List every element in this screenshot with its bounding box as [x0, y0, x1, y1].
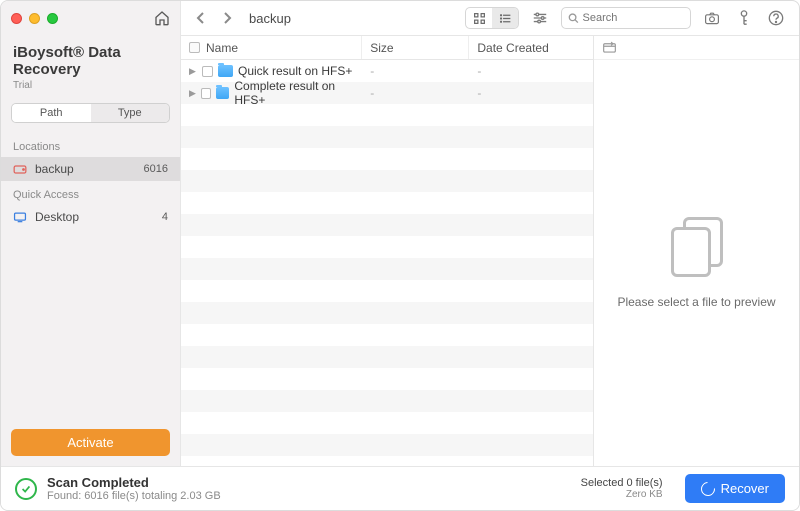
- table-row-empty: [181, 412, 593, 434]
- sidebar-tabs: Path Type: [11, 103, 170, 123]
- row-date: -: [469, 82, 593, 104]
- nav-back-button[interactable]: [193, 11, 209, 25]
- table-row[interactable]: ▶Complete result on HFS+--: [181, 82, 593, 104]
- camera-button[interactable]: [701, 7, 723, 29]
- table-row-empty: [181, 148, 593, 170]
- select-all-checkbox[interactable]: [189, 42, 200, 53]
- preview-body: Please select a file to preview: [617, 60, 775, 466]
- table-row-empty: [181, 324, 593, 346]
- grid-view-button[interactable]: [466, 8, 492, 28]
- sidebar-item-label: Desktop: [35, 210, 79, 224]
- preview-panel: Please select a file to preview: [594, 36, 799, 466]
- folder-icon: [216, 87, 229, 99]
- preview-toolbar: [594, 36, 799, 60]
- disclosure-triangle-icon[interactable]: ▶: [189, 88, 196, 99]
- table-row-empty: [181, 192, 593, 214]
- selection-size: Zero KB: [581, 489, 663, 500]
- zoom-window-button[interactable]: [47, 13, 58, 24]
- brand: iBoysoft® Data Recovery Trial: [1, 36, 180, 95]
- sidebar-item-desktop[interactable]: Desktop 4: [1, 205, 180, 229]
- table-row-empty: [181, 346, 593, 368]
- search-input[interactable]: [583, 12, 685, 24]
- row-date: -: [469, 60, 593, 82]
- sidebar-item-backup[interactable]: backup 6016: [1, 157, 180, 181]
- locations-header: Locations: [1, 133, 180, 157]
- key-button[interactable]: [733, 7, 755, 29]
- col-name[interactable]: Name: [181, 36, 362, 59]
- toolbar: backup: [181, 7, 799, 29]
- table-row-empty: [181, 280, 593, 302]
- main-area: Name Size Date Created ▶ Quick result on …: [181, 36, 799, 466]
- scan-status-title: Scan Completed: [47, 475, 221, 490]
- app-window: backup: [0, 0, 800, 511]
- window-controls: [11, 13, 58, 24]
- quick-access-header: Quick Access: [1, 181, 180, 205]
- scan-status-detail: Found: 6016 file(s) totaling 2.03 GB: [47, 490, 221, 502]
- titlebar: backup: [1, 1, 799, 36]
- home-button[interactable]: [154, 10, 170, 26]
- list-view-button[interactable]: [492, 8, 518, 28]
- sidebar-item-count: 6016: [144, 163, 168, 175]
- selection-status: Selected 0 file(s) Zero KB: [581, 477, 663, 500]
- app-title: iBoysoft® Data Recovery: [13, 44, 168, 78]
- row-checkbox[interactable]: [202, 66, 213, 77]
- sidebar-item-label: backup: [35, 162, 74, 176]
- col-size-label: Size: [370, 41, 393, 55]
- table-row-empty: [181, 302, 593, 324]
- filter-button[interactable]: [529, 7, 551, 29]
- col-date-label: Date Created: [477, 41, 548, 55]
- recover-icon: [698, 479, 718, 499]
- tab-path[interactable]: Path: [12, 104, 91, 122]
- breadcrumb: backup: [249, 11, 291, 26]
- scan-status: Scan Completed Found: 6016 file(s) total…: [47, 475, 221, 502]
- file-list-panel: Name Size Date Created ▶ Quick result on …: [181, 36, 594, 466]
- row-size: -: [362, 60, 469, 82]
- row-checkbox[interactable]: [201, 88, 211, 99]
- row-size: -: [362, 82, 469, 104]
- license-label: Trial: [13, 80, 168, 91]
- row-name: Complete result on HFS+: [234, 79, 354, 107]
- table-row-empty: [181, 126, 593, 148]
- col-name-label: Name: [206, 41, 238, 55]
- preview-message: Please select a file to preview: [617, 295, 775, 309]
- preview-export-icon[interactable]: [602, 41, 617, 54]
- table-row-empty: [181, 170, 593, 192]
- content-body: iBoysoft® Data Recovery Trial Path Type …: [1, 36, 799, 466]
- nav-forward-button[interactable]: [219, 11, 235, 25]
- row-name: Quick result on HFS+: [238, 64, 352, 78]
- status-bar: Scan Completed Found: 6016 file(s) total…: [1, 466, 799, 510]
- table-header: Name Size Date Created: [181, 36, 593, 60]
- selection-count: Selected 0 file(s): [581, 477, 663, 489]
- col-size[interactable]: Size: [362, 36, 469, 59]
- table-row-empty: [181, 368, 593, 390]
- table-row-empty: [181, 390, 593, 412]
- table-row-empty: [181, 434, 593, 456]
- search-icon: [568, 12, 579, 24]
- disclosure-triangle-icon[interactable]: ▶: [189, 66, 197, 77]
- help-button[interactable]: [765, 7, 787, 29]
- file-stack-icon: [671, 217, 723, 277]
- table-row-empty: [181, 236, 593, 258]
- folder-icon: [218, 65, 233, 77]
- sidebar: iBoysoft® Data Recovery Trial Path Type …: [1, 36, 181, 466]
- col-date[interactable]: Date Created: [469, 36, 593, 59]
- table-row-empty: [181, 214, 593, 236]
- table-body: ▶Quick result on HFS+--▶Complete result …: [181, 60, 593, 466]
- recover-button[interactable]: Recover: [685, 474, 785, 503]
- close-window-button[interactable]: [11, 13, 22, 24]
- tab-type[interactable]: Type: [91, 104, 170, 122]
- recover-label: Recover: [721, 481, 769, 496]
- activate-button[interactable]: Activate: [11, 429, 170, 456]
- desktop-icon: [13, 210, 27, 224]
- table-row-empty: [181, 258, 593, 280]
- view-mode-toggle: [465, 7, 519, 29]
- search-field[interactable]: [561, 7, 691, 29]
- drive-icon: [13, 162, 27, 176]
- minimize-window-button[interactable]: [29, 13, 40, 24]
- table-row-empty: [181, 104, 593, 126]
- titlebar-left: [1, 1, 181, 36]
- sidebar-item-count: 4: [162, 211, 168, 223]
- check-circle-icon: [15, 478, 37, 500]
